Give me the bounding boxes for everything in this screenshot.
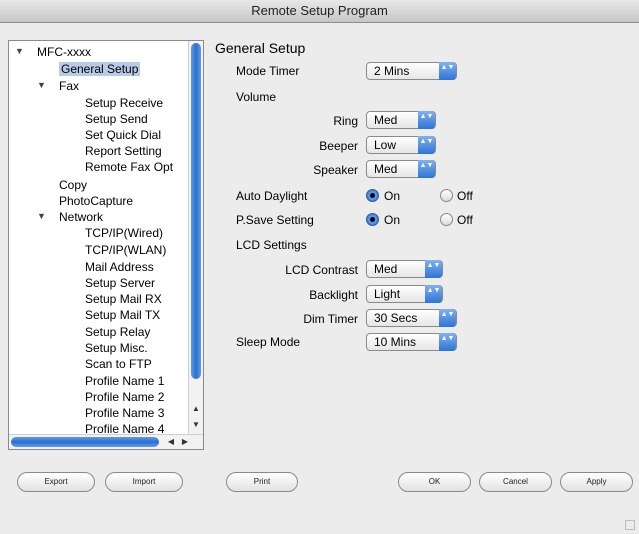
ok-button[interactable]: OK	[398, 472, 471, 492]
tree-item-general-setup[interactable]: General Setup	[59, 61, 141, 77]
beeper-value: Low	[374, 138, 397, 152]
dim-timer-label: Dim Timer	[303, 312, 358, 326]
scroll-down-arrow-icon[interactable]: ▼	[189, 417, 203, 433]
tree-item-setup-misc[interactable]: Setup Misc.	[85, 340, 148, 356]
lcd-contrast-label: LCD Contrast	[285, 263, 358, 277]
tree-item-photocapture[interactable]: PhotoCapture	[59, 193, 133, 209]
psave-off-label[interactable]: Off	[457, 213, 473, 227]
popup-stepper-icon: ▲▼	[439, 333, 456, 351]
disclosure-triangle-icon[interactable]: ▼	[37, 211, 46, 221]
export-button[interactable]: Export	[17, 472, 95, 492]
popup-stepper-icon: ▲▼	[418, 160, 435, 178]
tree-item-profile-name-3[interactable]: Profile Name 3	[85, 405, 164, 421]
beeper-label: Beeper	[319, 139, 358, 153]
auto-daylight-on-radio[interactable]	[366, 189, 379, 202]
auto-daylight-off-label[interactable]: Off	[457, 189, 473, 203]
tree-item-setup-server[interactable]: Setup Server	[85, 275, 155, 291]
tree-item-setup-mail-tx[interactable]: Setup Mail TX	[85, 307, 160, 323]
psave-on-label[interactable]: On	[384, 213, 400, 227]
auto-daylight-off-radio[interactable]	[440, 189, 453, 202]
tree-item-network[interactable]: Network	[59, 209, 103, 225]
backlight-label: Backlight	[309, 288, 358, 302]
print-button[interactable]: Print	[226, 472, 298, 492]
disclosure-triangle-icon[interactable]: ▼	[37, 80, 46, 90]
ring-value: Med	[374, 113, 398, 127]
window-title: Remote Setup Program	[0, 0, 639, 23]
vertical-scrollbar[interactable]: ▲ ▼	[188, 41, 203, 435]
tree-item-setup-send[interactable]: Setup Send	[85, 111, 148, 127]
lcd-contrast-value: Med	[374, 262, 398, 276]
tree-item-profile-name-1[interactable]: Profile Name 1	[85, 373, 164, 389]
horizontal-scroll-thumb[interactable]	[11, 437, 159, 447]
popup-stepper-icon: ▲▼	[425, 285, 442, 303]
backlight-value: Light	[374, 287, 401, 301]
tree-item-mail-address[interactable]: Mail Address	[85, 259, 154, 275]
popup-stepper-icon: ▲▼	[425, 260, 442, 278]
sleep-mode-label: Sleep Mode	[236, 335, 301, 349]
vertical-scroll-arrows: ▲ ▼	[189, 401, 203, 435]
panel-title: General Setup	[215, 40, 306, 56]
scroll-left-arrow-icon[interactable]: ◀	[165, 435, 177, 449]
tree-item-setup-mail-rx[interactable]: Setup Mail RX	[85, 291, 162, 307]
scroll-right-arrow-icon[interactable]: ▶	[179, 435, 191, 449]
tree-item-setup-relay[interactable]: Setup Relay	[85, 324, 150, 340]
import-button[interactable]: Import	[105, 472, 183, 492]
mode-timer-label: Mode Timer	[236, 64, 300, 78]
popup-stepper-icon: ▲▼	[418, 111, 435, 129]
backlight-select[interactable]: Light ▲▼	[366, 285, 443, 303]
tree-item-profile-name-2[interactable]: Profile Name 2	[85, 389, 164, 405]
horizontal-scrollbar[interactable]: ◀ ▶	[9, 434, 203, 449]
settings-tree[interactable]: ▼ MFC-xxxx General Setup ▼ Fax Setup Rec…	[8, 40, 204, 450]
tree-item-report-setting[interactable]: Report Setting	[85, 143, 162, 159]
psave-label: P.Save Setting	[236, 213, 314, 227]
psave-on-radio[interactable]	[366, 213, 379, 226]
apply-button[interactable]: Apply	[560, 472, 633, 492]
tree-item-scan-to-ftp[interactable]: Scan to FTP	[85, 356, 152, 372]
auto-daylight-on-label[interactable]: On	[384, 189, 400, 203]
popup-stepper-icon: ▲▼	[439, 62, 456, 80]
dim-timer-select[interactable]: 30 Secs ▲▼	[366, 309, 457, 327]
mode-timer-select[interactable]: 2 Mins ▲▼	[366, 62, 457, 80]
popup-stepper-icon: ▲▼	[418, 136, 435, 154]
speaker-value: Med	[374, 162, 398, 176]
mode-timer-value: 2 Mins	[374, 64, 410, 78]
scroll-up-arrow-icon[interactable]: ▲	[189, 401, 203, 417]
psave-off-radio[interactable]	[440, 213, 453, 226]
tree-item-tcpip-wlan[interactable]: TCP/IP(WLAN)	[85, 242, 166, 258]
tree-item-copy[interactable]: Copy	[59, 177, 87, 193]
beeper-select[interactable]: Low ▲▼	[366, 136, 436, 154]
vertical-scroll-thumb[interactable]	[191, 43, 201, 379]
volume-label: Volume	[236, 90, 277, 104]
tree-item-setup-receive[interactable]: Setup Receive	[85, 95, 163, 111]
sleep-mode-value: 10 Mins	[374, 335, 417, 349]
sleep-mode-select[interactable]: 10 Mins ▲▼	[366, 333, 457, 351]
auto-daylight-label: Auto Daylight	[236, 189, 308, 203]
resize-grip-icon[interactable]	[625, 520, 635, 530]
tree-item-mfc[interactable]: MFC-xxxx	[37, 44, 91, 60]
tree-item-fax[interactable]: Fax	[59, 78, 79, 94]
dim-timer-value: 30 Secs	[374, 311, 418, 325]
popup-stepper-icon: ▲▼	[439, 309, 456, 327]
disclosure-triangle-icon[interactable]: ▼	[15, 46, 24, 56]
tree-item-tcpip-wired[interactable]: TCP/IP(Wired)	[85, 225, 163, 241]
speaker-label: Speaker	[313, 163, 358, 177]
tree-item-set-quick-dial[interactable]: Set Quick Dial	[85, 127, 161, 143]
speaker-select[interactable]: Med ▲▼	[366, 160, 436, 178]
ring-select[interactable]: Med ▲▼	[366, 111, 436, 129]
cancel-button[interactable]: Cancel	[479, 472, 552, 492]
lcd-settings-label: LCD Settings	[236, 238, 307, 252]
ring-label: Ring	[333, 114, 358, 128]
tree-item-remote-fax-opt[interactable]: Remote Fax Opt	[85, 159, 173, 175]
lcd-contrast-select[interactable]: Med ▲▼	[366, 260, 443, 278]
